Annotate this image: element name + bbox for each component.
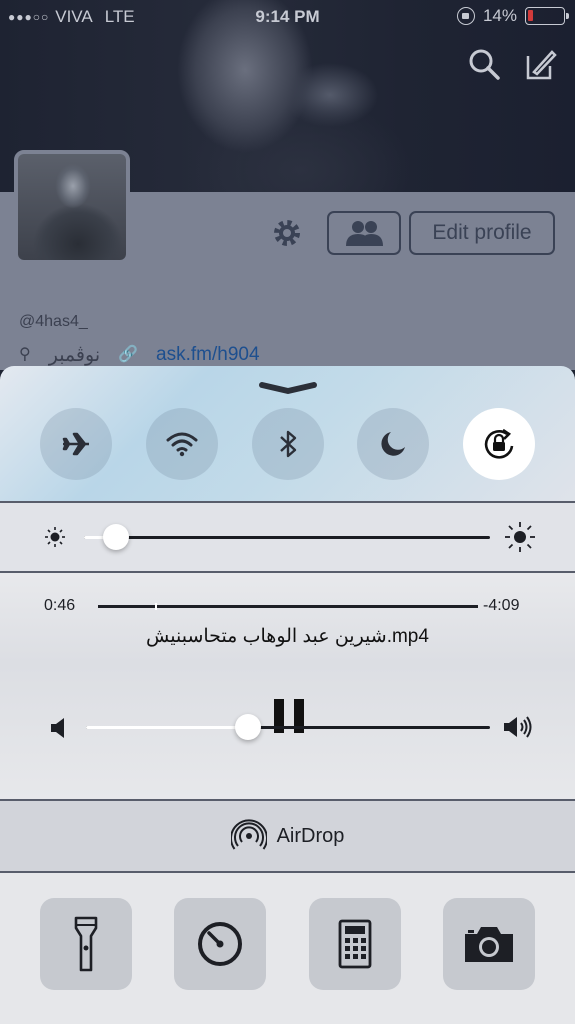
- chevron-down-icon[interactable]: [258, 380, 318, 396]
- status-bar: ●●●○○ VIVA LTE 9:14 PM 14%: [0, 0, 575, 34]
- calculator-button[interactable]: [309, 898, 401, 990]
- avatar[interactable]: [14, 150, 130, 264]
- profile-link[interactable]: ask.fm/h904: [156, 344, 260, 367]
- camera-button[interactable]: [443, 898, 535, 990]
- lists-button[interactable]: [327, 211, 401, 255]
- timer-icon: [198, 922, 242, 966]
- compose-tweet-icon[interactable]: [522, 46, 558, 82]
- brightness-slider[interactable]: [84, 536, 490, 539]
- profile-location: نوڤمبر: [48, 345, 101, 366]
- brightness-low-icon: [45, 527, 65, 547]
- camera-icon: [465, 927, 513, 962]
- quick-tools: [0, 873, 575, 1024]
- background-app: ●●●○○ VIVA LTE 9:14 PM 14% Edit profile …: [0, 0, 575, 370]
- volume-low-icon: [51, 718, 64, 738]
- wifi-toggle[interactable]: [146, 408, 218, 480]
- brightness-knob[interactable]: [103, 524, 130, 550]
- volume-knob[interactable]: [234, 714, 261, 740]
- bluetooth-icon: [280, 430, 297, 458]
- battery-fill: [528, 10, 533, 21]
- gear-icon[interactable]: [270, 216, 304, 250]
- volume-high-icon: [504, 716, 532, 738]
- brightness-section: [0, 503, 575, 571]
- track-title: شيرين عبد الوهاب متحاسبنيش.mp4: [146, 626, 429, 647]
- calculator-icon: [338, 919, 372, 969]
- people-icon: [346, 221, 383, 246]
- profile-handle: @4has4_: [19, 313, 88, 330]
- remaining-time: -4:09: [483, 597, 520, 614]
- rotation-lock-icon: [484, 428, 514, 459]
- flashlight-icon: [74, 916, 98, 972]
- brightness-high-icon: [505, 522, 535, 552]
- timer-button[interactable]: [174, 898, 266, 990]
- battery-icon: [525, 7, 569, 25]
- toggles-section: [0, 366, 575, 501]
- profile-meta: ⚲ نوڤمبر 🔗 ask.fm/h904: [19, 344, 260, 367]
- airdrop-label: AirDrop: [276, 824, 345, 847]
- rotation-lock-status-icon: [456, 7, 475, 25]
- airplane-mode-toggle[interactable]: [40, 408, 112, 480]
- edit-profile-button[interactable]: Edit profile: [409, 211, 555, 255]
- moon-icon: [381, 432, 405, 456]
- airplane-icon: [62, 432, 89, 456]
- battery-percent: 14%: [482, 6, 517, 25]
- flashlight-button[interactable]: [40, 898, 132, 990]
- control-center: 0:46 -4:09 شيرين عبد الوهاب متحاسبنيش.mp…: [0, 366, 575, 1024]
- airdrop-button[interactable]: AirDrop: [0, 801, 575, 871]
- link-icon: 🔗: [118, 346, 139, 363]
- do-not-disturb-toggle[interactable]: [357, 408, 429, 480]
- elapsed-time: 0:46: [44, 597, 76, 614]
- media-section: 0:46 -4:09 شيرين عبد الوهاب متحاسبنيش.mp…: [0, 573, 575, 799]
- wifi-icon: [166, 432, 198, 457]
- airdrop-icon: [230, 819, 267, 850]
- volume-filled: [86, 726, 248, 729]
- scrubber-position[interactable]: [155, 603, 157, 610]
- bluetooth-toggle[interactable]: [252, 408, 324, 480]
- location-pin-icon: ⚲: [19, 346, 31, 363]
- search-icon[interactable]: [466, 46, 502, 82]
- rotation-lock-toggle[interactable]: [463, 408, 535, 480]
